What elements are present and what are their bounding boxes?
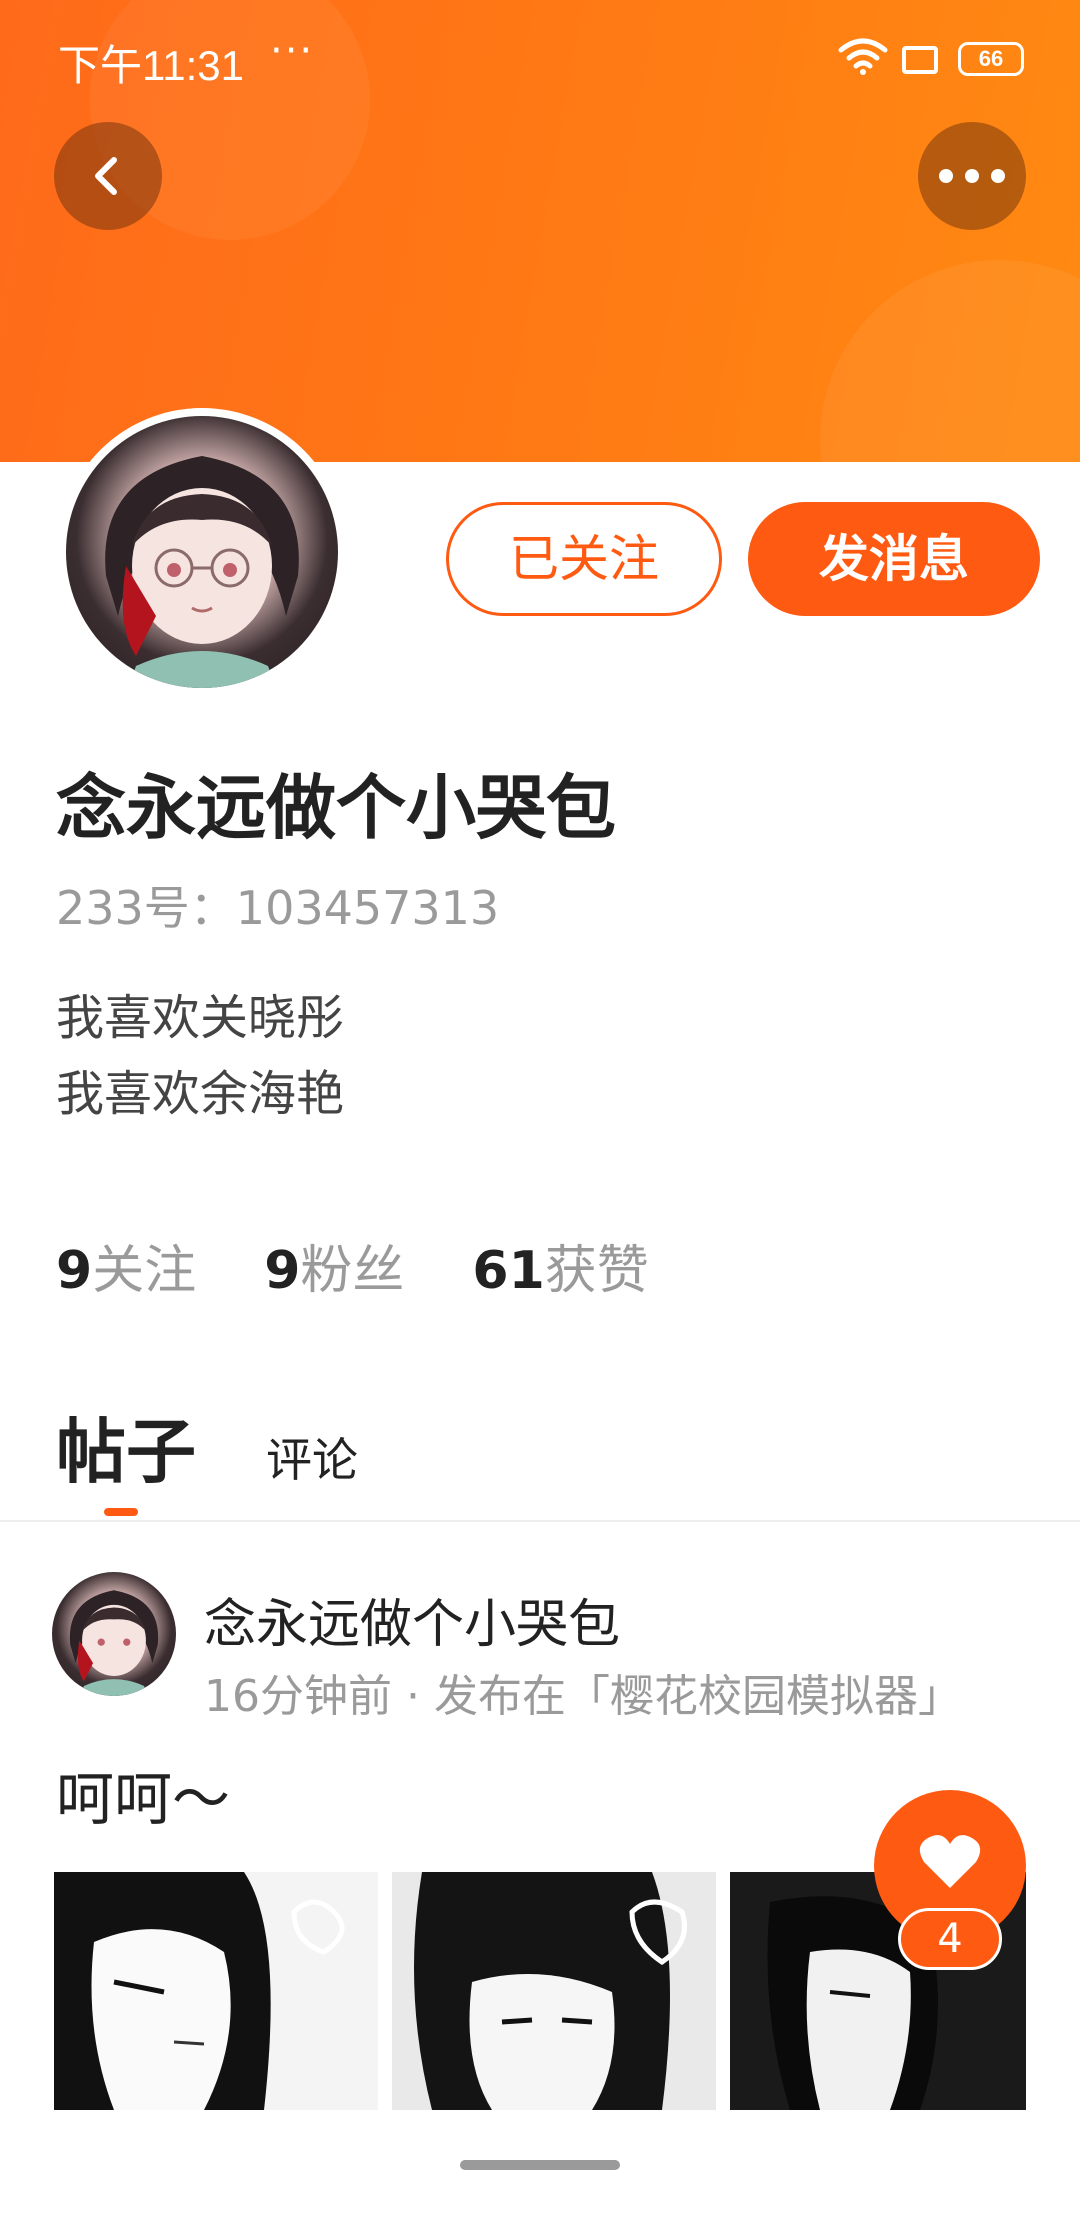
bio-line: 我喜欢余海艳 [56,1066,345,1122]
stat-fans[interactable]: 9粉丝 [264,1228,404,1303]
battery-icon: 66 [958,42,1024,76]
tab-active-indicator [104,1508,138,1516]
stat-fans-count: 9 [264,1241,301,1301]
post-image[interactable] [392,1872,716,2110]
stat-fans-label: 粉丝 [300,1241,405,1301]
profile-stats: 9关注 9粉丝 61获赞 [56,1228,649,1303]
post-meta: 16分钟前 · 发布在「樱花校园模拟器」 [204,1671,962,1722]
profile-avatar[interactable] [58,408,346,696]
stat-likes: 61获赞 [472,1228,648,1303]
like-count-badge: 4 [898,1908,1002,1970]
stat-following[interactable]: 9关注 [56,1228,196,1303]
stat-following-count: 9 [56,1241,93,1301]
stat-following-label: 关注 [92,1241,197,1301]
status-time: 下午11:31 [58,42,244,89]
following-button[interactable]: 已关注 [446,502,722,616]
more-dots-icon [939,169,1005,183]
post-author-avatar[interactable] [52,1572,176,1696]
more-options-button[interactable] [918,122,1026,230]
send-message-button[interactable]: 发消息 [748,502,1040,616]
wifi-icon [838,38,888,75]
home-indicator[interactable] [460,2160,620,2170]
tab-comments[interactable]: 评论 [266,1424,358,1490]
status-dots: ··· [270,28,315,74]
chevron-left-icon [95,157,117,195]
profile-name: 念永远做个小哭包 [56,767,616,849]
profile-bio: 我喜欢关晓彤 我喜欢余海艳 [56,980,344,1132]
stat-likes-label: 获赞 [544,1241,649,1301]
back-button[interactable] [54,122,162,230]
post-author-name[interactable]: 念永远做个小哭包 [204,1582,620,1657]
tab-posts[interactable]: 帖子 [56,1396,196,1497]
content-tabs: 帖子 评论 [56,1396,358,1497]
status-bar: 下午11:31 ··· 66 [0,0,1080,120]
profile-uid: 233号：103457313 [56,881,500,935]
post-image[interactable] [54,1872,378,2110]
post-text[interactable]: 呵呵～ [56,1752,230,1836]
stat-likes-count: 61 [472,1241,545,1301]
avatar-image [66,416,338,688]
bio-line: 我喜欢关晓彤 [56,990,345,1046]
heart-icon [919,1835,981,1888]
divider [0,1520,1080,1522]
screen-icon [902,46,938,74]
